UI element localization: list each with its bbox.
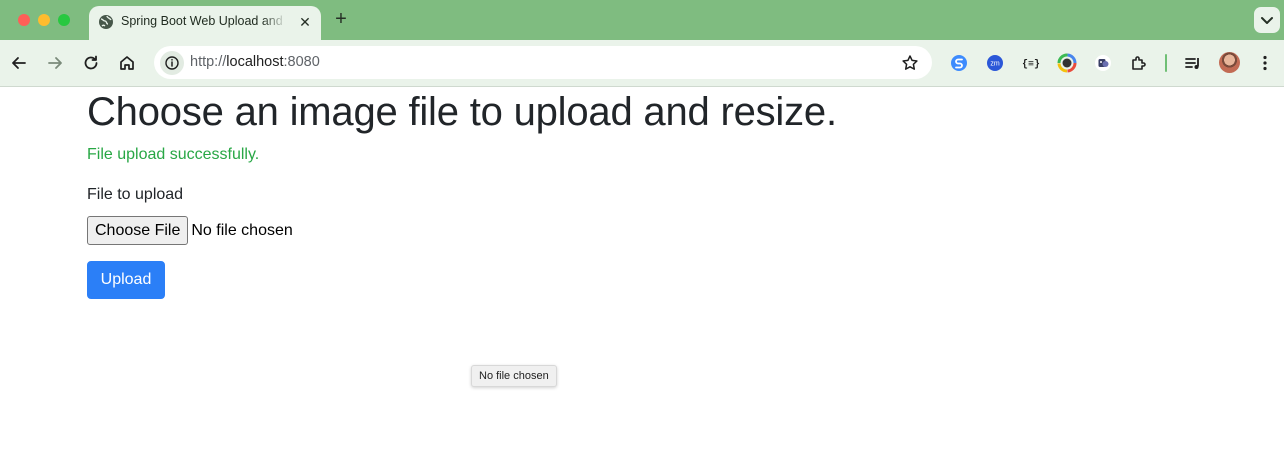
file-input[interactable]: Choose File No file chosen bbox=[87, 216, 293, 245]
extension-robot-icon[interactable] bbox=[1093, 53, 1113, 73]
extension-zm-icon[interactable]: zm bbox=[985, 53, 1005, 73]
file-input-label: File to upload bbox=[87, 186, 184, 203]
menu-dots-icon[interactable] bbox=[1255, 53, 1275, 73]
url-host: localhost bbox=[226, 54, 284, 70]
browser-toolbar: http://localhost:8080 zm {≡} bbox=[0, 40, 1284, 87]
extension-color-icon[interactable] bbox=[1057, 53, 1077, 73]
upload-status-message: File upload successfully. bbox=[87, 146, 260, 163]
choose-file-button[interactable]: Choose File bbox=[87, 216, 189, 245]
url-scheme: http:// bbox=[190, 54, 227, 70]
no-file-chosen-text: No file chosen bbox=[191, 222, 293, 239]
maximize-window-button[interactable] bbox=[58, 14, 70, 26]
globe-icon bbox=[98, 14, 114, 30]
minimize-window-button[interactable] bbox=[38, 14, 50, 26]
forward-arrow-icon[interactable] bbox=[45, 53, 65, 73]
page-title: Choose an image file to upload and resiz… bbox=[87, 90, 837, 134]
tab-active[interactable]: Spring Boot Web Upload and Resize ✕ bbox=[89, 6, 321, 40]
tab-search-button[interactable] bbox=[1254, 7, 1280, 33]
home-icon[interactable] bbox=[117, 53, 137, 73]
site-info-icon[interactable] bbox=[160, 51, 184, 75]
bookmark-star-icon[interactable] bbox=[900, 53, 920, 73]
file-input-tooltip: No file chosen bbox=[471, 365, 557, 387]
tab-close-button[interactable]: ✕ bbox=[296, 13, 314, 31]
reload-icon[interactable] bbox=[81, 53, 101, 73]
tab-strip: Spring Boot Web Upload and Resize ✕ + bbox=[0, 0, 1284, 40]
tab-title: Spring Boot Web Upload and Resize bbox=[121, 14, 287, 28]
back-arrow-icon[interactable] bbox=[9, 53, 29, 73]
extension-json-icon[interactable]: {≡} bbox=[1021, 53, 1041, 73]
close-window-button[interactable] bbox=[18, 14, 30, 26]
url-port: :8080 bbox=[283, 54, 320, 70]
profile-avatar-icon[interactable] bbox=[1219, 52, 1240, 73]
extension-s-icon[interactable] bbox=[949, 53, 969, 73]
svg-text:{≡}: {≡} bbox=[1022, 59, 1040, 71]
chevron-down-icon bbox=[1261, 17, 1273, 24]
address-bar[interactable]: http://localhost:8080 bbox=[154, 46, 932, 79]
svg-text:zm: zm bbox=[990, 61, 1000, 68]
upload-button[interactable]: Upload bbox=[87, 261, 165, 299]
reading-list-icon[interactable] bbox=[1183, 53, 1203, 73]
extensions-puzzle-icon[interactable] bbox=[1129, 53, 1149, 73]
toolbar-divider bbox=[1165, 54, 1167, 72]
new-tab-button[interactable]: + bbox=[331, 9, 351, 29]
address-url[interactable]: http://localhost:8080 bbox=[190, 54, 320, 70]
